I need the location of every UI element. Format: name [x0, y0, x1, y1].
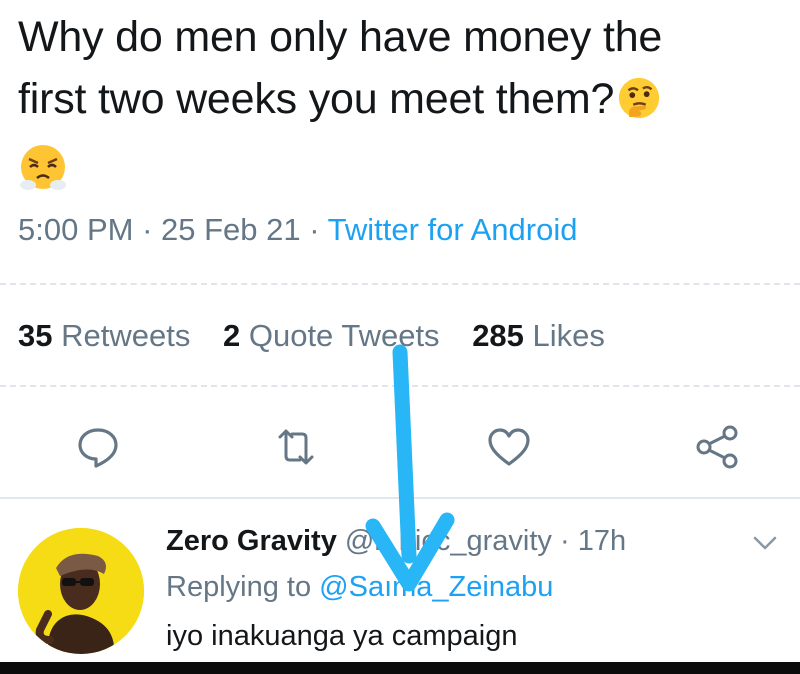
- retweets-stat[interactable]: 35 Retweets: [18, 318, 190, 353]
- meta-separator: ·: [133, 212, 162, 247]
- retweets-label: Retweets: [61, 318, 191, 353]
- reply-time: 17h: [577, 525, 627, 557]
- comment-icon[interactable]: [74, 423, 122, 471]
- replying-to: Replying to @Saıma_Zeinabu: [166, 571, 553, 604]
- tweet-source-link[interactable]: Twitter for Android: [328, 212, 578, 247]
- tweet-line-2: first two weeks you meet them?: [18, 68, 788, 130]
- person-avatar-icon: [18, 528, 144, 654]
- heart-icon[interactable]: [485, 423, 533, 471]
- likes-count: 285: [472, 318, 524, 353]
- tweet-meta: 5:00 PM · 25 Feb 21 · Twitter for Androi…: [18, 212, 577, 248]
- retweet-icon[interactable]: [272, 423, 320, 471]
- divider: [0, 497, 800, 499]
- tweet-stats: 35 Retweets 2 Quote Tweets 285 Likes: [18, 318, 629, 354]
- tweet-text: Why do men only have money the first two…: [18, 6, 788, 130]
- tweet-line-1: Why do men only have money the: [18, 13, 663, 61]
- quote-tweets-count: 2: [222, 318, 241, 353]
- thinking-face-icon: [619, 77, 660, 118]
- tweet-line-2-text: first two weeks you meet them?: [18, 75, 615, 123]
- reply-handle-start: @i: [344, 525, 381, 557]
- bottom-bar: [0, 662, 800, 674]
- divider: [0, 283, 800, 285]
- chevron-down-icon[interactable]: [752, 535, 778, 551]
- tweet-time: 5:00 PM: [18, 212, 134, 247]
- reply-header: Zero Gravity @i nicc_gravity · 17h: [166, 525, 626, 558]
- reply-author-name[interactable]: Zero Gravity: [166, 525, 337, 557]
- quote-tweets-label: Quote Tweets: [248, 318, 440, 353]
- tweet-actions: [0, 405, 800, 485]
- meta-separator: ·: [300, 212, 328, 247]
- replying-to-label: Replying to: [166, 571, 320, 603]
- face-with-steam-icon: [18, 143, 68, 193]
- reply-handle-rest: nicc_gravity: [398, 525, 552, 557]
- quote-tweets-stat[interactable]: 2 Quote Tweets: [223, 318, 440, 353]
- tweet-date: 25 Feb 21: [161, 212, 301, 247]
- share-icon[interactable]: [693, 423, 741, 471]
- reply-separator: ·: [551, 525, 578, 557]
- retweets-count: 35: [18, 318, 53, 353]
- divider: [0, 385, 800, 387]
- reply-text: iyo inakuanga ya campaign: [166, 620, 518, 652]
- avatar[interactable]: [18, 528, 144, 654]
- likes-label: Likes: [532, 318, 605, 353]
- reply-handle[interactable]: @i nicc_gravity: [345, 525, 552, 557]
- mention-link[interactable]: @Saıma_Zeinabu: [319, 571, 553, 603]
- likes-stat[interactable]: 285 Likes: [472, 318, 605, 353]
- reply-tweet[interactable]: Zero Gravity @i nicc_gravity · 17h Replyi…: [0, 505, 800, 674]
